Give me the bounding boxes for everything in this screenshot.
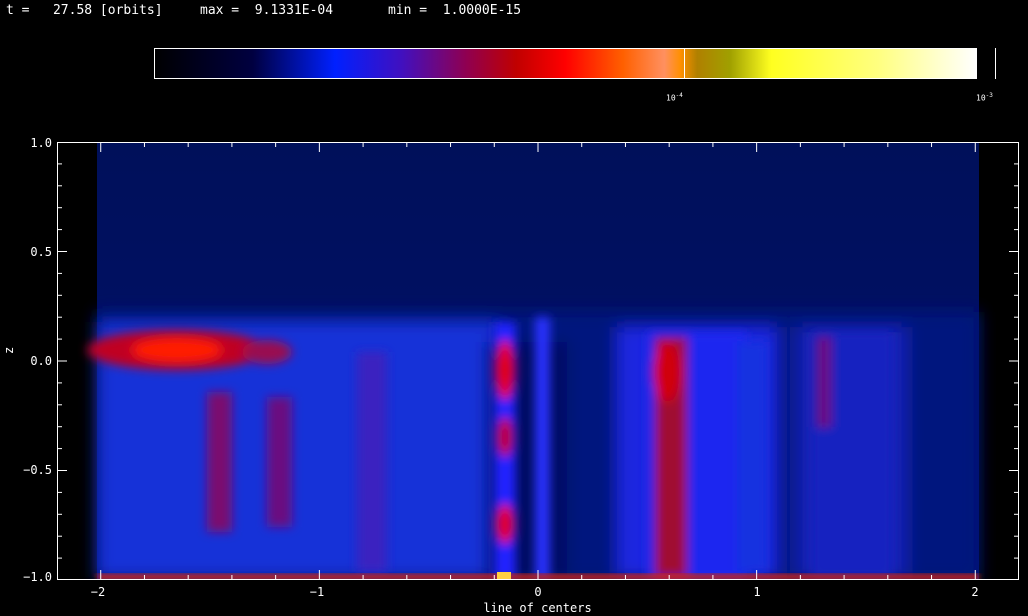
y-axis-label: z (2, 346, 16, 354)
x-tick-label: 1 (753, 585, 761, 599)
time-readout: t = 27.58 [orbits] (6, 3, 163, 18)
x-axis-label: line of centers (483, 601, 592, 615)
y-tick-label: −0.5 (23, 463, 52, 477)
colorbar-divider (684, 48, 685, 79)
y-tick-label: 0.5 (30, 245, 52, 259)
colorbar-tick-label: 10-3 (976, 92, 993, 103)
x-tick-label: −2 (90, 585, 106, 599)
y-tick-label: 0.0 (30, 354, 52, 368)
axis-ticks (57, 142, 1019, 580)
x-tick-label: 2 (971, 585, 979, 599)
colorbar-end-tick (995, 48, 996, 79)
colorbar-frame (154, 48, 977, 79)
x-tick-label: 0 (534, 585, 542, 599)
min-readout: min = 1.0000E-15 (388, 3, 522, 18)
x-tick-label: −1 (309, 585, 325, 599)
y-tick-label: 1.0 (30, 136, 52, 150)
max-readout: max = 9.1331E-04 (200, 3, 334, 18)
colorbar-tick-label: 10-4 (666, 92, 683, 103)
y-tick-label: −1.0 (23, 570, 52, 584)
